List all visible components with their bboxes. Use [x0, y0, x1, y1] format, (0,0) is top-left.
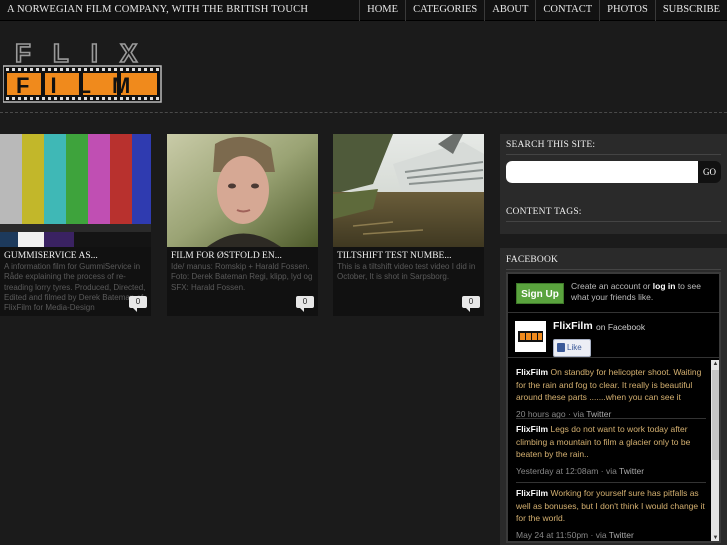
post-card[interactable]: FILM FOR ØSTFOLD EN... Ide/ manus: Romsk… — [167, 134, 318, 316]
feed-divider — [516, 418, 706, 419]
facebook-like-label: Like — [567, 343, 582, 352]
comment-count-badge[interactable]: 0 — [129, 296, 147, 312]
facebook-post: FlixFilm On standby for helicopter shoot… — [516, 366, 706, 420]
post-meta: Yesterday at 12:08am · via Twitter — [516, 465, 706, 478]
logo-top-text: FLIX — [15, 40, 159, 68]
post-via-link[interactable]: Twitter — [619, 466, 644, 476]
facebook-cta-text: Create an account or log in to see what … — [571, 281, 719, 303]
facebook-page-avatar[interactable] — [515, 321, 546, 352]
post-author[interactable]: FlixFilm — [516, 488, 548, 498]
post-via-prefix: · via — [590, 529, 607, 540]
post-thumbnail-tiltshift[interactable] — [333, 134, 484, 247]
post-excerpt: A information film for GummiService in R… — [4, 262, 146, 313]
feed-divider — [516, 482, 706, 483]
widget-divider — [506, 221, 721, 222]
post-time[interactable]: Yesterday at 12:08am — [516, 466, 598, 476]
search-widget-title: SEARCH THIS SITE: — [506, 140, 596, 150]
nav-home[interactable]: HOME — [359, 0, 405, 21]
post-author[interactable]: FlixFilm — [516, 424, 548, 434]
post-meta: May 24 at 11:50pm · via Twitter — [516, 529, 706, 542]
comment-count-badge[interactable]: 0 — [462, 296, 480, 312]
post-via-prefix: · via — [600, 465, 617, 476]
nav-photos[interactable]: PHOTOS — [599, 0, 655, 21]
post-card[interactable]: GUMMISERVICE AS... A information film fo… — [0, 134, 151, 316]
post-title[interactable]: FILM FOR ØSTFOLD EN... — [171, 251, 316, 261]
post-time[interactable]: May 24 at 11:50pm — [516, 530, 588, 540]
facebook-login-link[interactable]: log in — [653, 281, 676, 291]
facebook-widget: FACEBOOK Sign Up Create an account or lo… — [500, 248, 727, 545]
post-via-prefix: · via — [568, 408, 585, 419]
post-via-link[interactable]: Twitter — [586, 409, 611, 419]
post-time[interactable]: 20 hours ago — [516, 409, 566, 419]
logo-top-word: FLIX — [14, 40, 159, 69]
top-bar: A NORWEGIAN FILM COMPANY, WITH THE BRITI… — [0, 0, 727, 21]
post-excerpt: This is a tiltshift video test video I d… — [337, 262, 476, 282]
site-logo[interactable]: FLIX FILM — [3, 40, 163, 104]
site-tagline: A NORWEGIAN FILM COMPANY, WITH THE BRITI… — [7, 4, 309, 15]
widget-divider — [506, 154, 721, 155]
nav-about[interactable]: ABOUT — [484, 0, 535, 21]
facebook-like-button[interactable]: Like — [553, 339, 591, 357]
comment-count-badge[interactable]: 0 — [296, 296, 314, 312]
post-title[interactable]: GUMMISERVICE AS... — [4, 251, 149, 261]
header-divider — [0, 112, 727, 113]
main-nav: HOME CATEGORIES ABOUT CONTACT PHOTOS SUB… — [359, 0, 727, 21]
facebook-page-name[interactable]: FlixFilm — [553, 320, 593, 332]
post-author[interactable]: FlixFilm — [516, 367, 548, 377]
widget-divider — [506, 269, 721, 270]
cta-text-pre: Create an account or — [571, 281, 651, 291]
nav-contact[interactable]: CONTACT — [535, 0, 599, 21]
search-go-button[interactable]: GO — [698, 161, 721, 183]
facebook-post: FlixFilm Legs do not want to work today … — [516, 423, 706, 477]
search-input[interactable] — [506, 161, 700, 183]
logo-bottom-text: FILM — [16, 73, 151, 98]
scroll-up-arrow-icon[interactable]: ▲ — [711, 360, 719, 369]
facebook-on-facebook-label: on Facebook — [596, 322, 646, 332]
search-widget: SEARCH THIS SITE: GO CONTENT TAGS: — [500, 134, 727, 234]
nav-categories[interactable]: CATEGORIES — [405, 0, 484, 21]
facebook-page-header: FlixFilm on Facebook Like — [508, 312, 719, 358]
scroll-down-arrow-icon[interactable]: ▼ — [711, 534, 719, 541]
post-card[interactable]: TILTSHIFT TEST NUMBE... This is a tiltsh… — [333, 134, 484, 316]
post-excerpt: Ide/ manus: Romskip + Harald Fossen. Fot… — [171, 262, 313, 292]
scrollbar-thumb[interactable] — [712, 370, 719, 460]
facebook-signup-button[interactable]: Sign Up — [516, 283, 564, 304]
facebook-widget-title: FACEBOOK — [506, 255, 559, 265]
post-thumbnail-portrait[interactable] — [167, 134, 318, 247]
post-via-link[interactable]: Twitter — [609, 530, 634, 540]
facebook-post: FlixFilm Working for yourself sure has p… — [516, 487, 706, 541]
facebook-like-box: Sign Up Create an account or log in to s… — [506, 272, 721, 543]
facebook-feed-scrollbar[interactable]: ▲ ▼ — [711, 360, 719, 541]
post-thumbnail-test-pattern[interactable] — [0, 134, 151, 247]
nav-subscribe[interactable]: SUBSCRIBE — [654, 0, 727, 21]
thumbs-up-icon — [557, 343, 565, 352]
post-title[interactable]: TILTSHIFT TEST NUMBE... — [337, 251, 482, 261]
content-tags-title: CONTENT TAGS: — [506, 207, 582, 217]
